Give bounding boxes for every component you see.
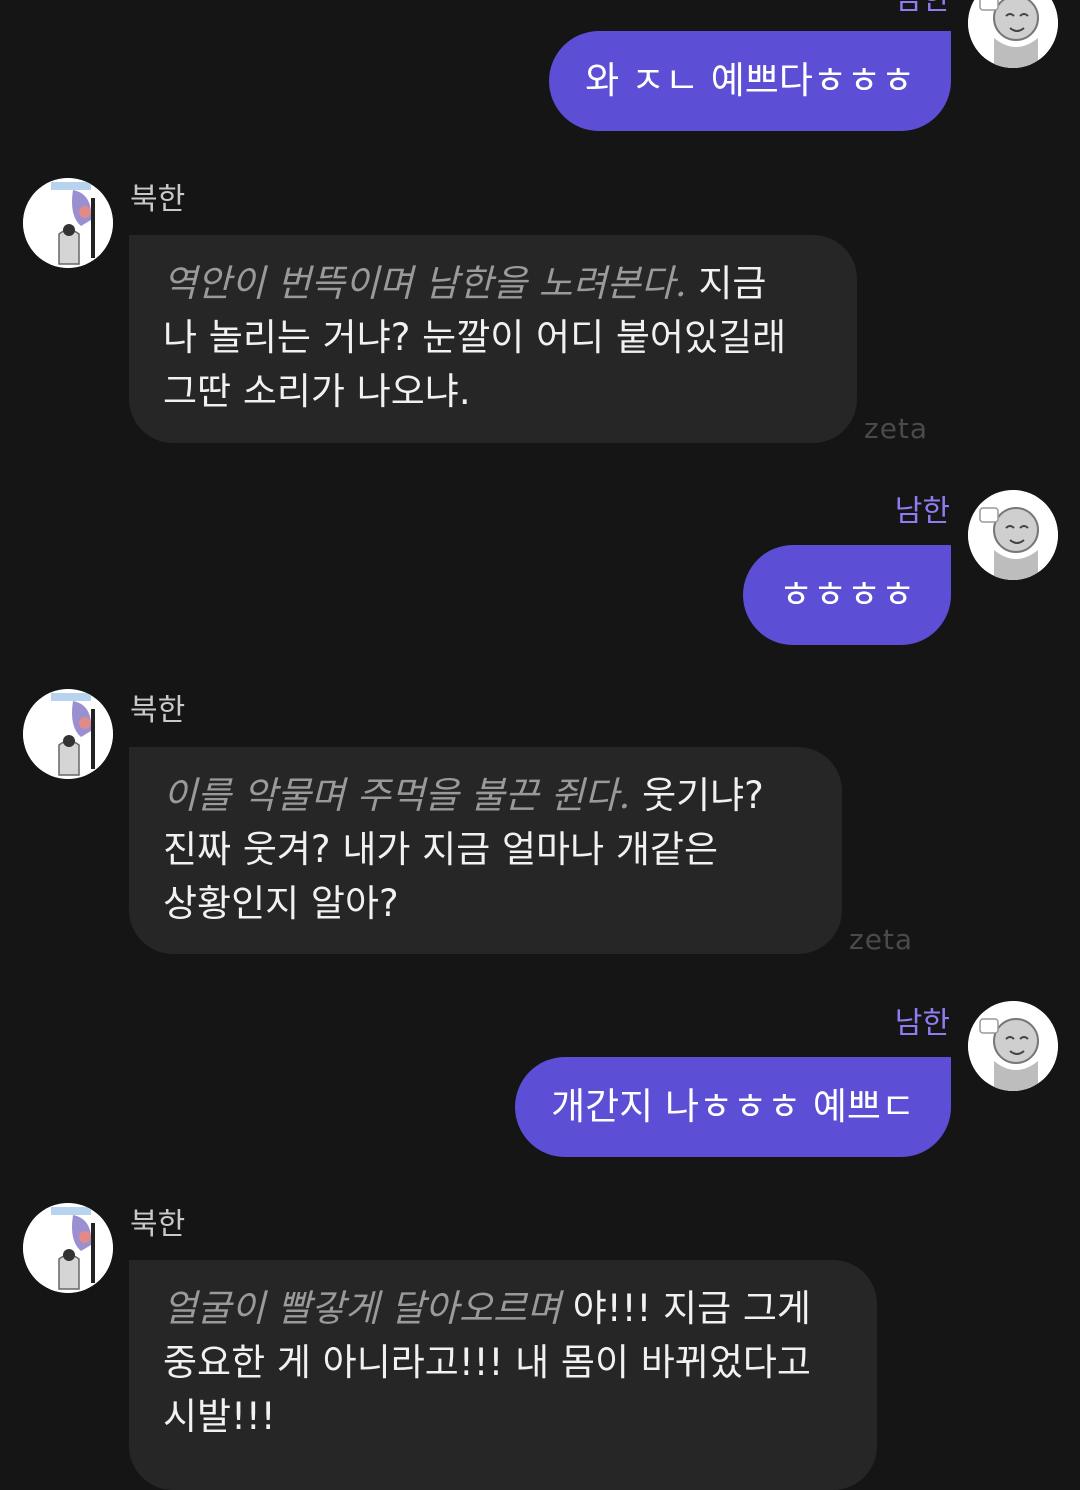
bot-message-bubble[interactable]: 이를 악물며 주먹을 불끈 쥔다. 웃기냐? 진짜 웃겨? 내가 지금 얼마나 … [129,747,842,954]
user-avatar[interactable] [968,0,1058,68]
bot-avatar-image [23,1203,113,1293]
action-text: 역안이 번뜩이며 남한을 노려본다. [163,262,687,305]
user-avatar-image [968,0,1058,68]
user-name: 남한 [894,1006,950,1041]
bot-avatar[interactable] [23,178,113,268]
bot-name: 북한 [130,1207,186,1242]
user-avatar-image [968,490,1058,580]
message-text: 지금 [698,262,767,305]
user-message-bubble[interactable]: ㅎㅎㅎㅎ [742,545,951,645]
message-text: 와 ㅈㄴ 예쁘다ㅎㅎㅎ [585,59,915,102]
user-name: 남한 [894,494,950,529]
message-line: 그딴 소리가 나오냐. [163,370,471,413]
action-text: 얼굴이 빨갛게 달아오르며 [163,1287,561,1330]
message-text: ㅎㅎㅎㅎ [778,573,915,616]
bot-name: 북한 [130,693,186,728]
bot-avatar-image [23,689,113,779]
user-message-bubble[interactable]: 개간지 나ㅎㅎㅎ 예쁘ㄷ [515,1057,951,1157]
message-line: 상황인지 알아? [163,882,399,925]
message-line: 얼굴이 빨갛게 달아오르며 야!!! 지금 그게 [163,1282,843,1336]
message-line: 이를 악물며 주먹을 불끈 쥔다. 웃기냐? [163,769,808,823]
bot-avatar-image [23,178,113,268]
message-text: 개간지 나ㅎㅎㅎ 예쁘ㄷ [551,1085,915,1128]
bot-avatar[interactable] [23,689,113,779]
message-line: 시발!!! [163,1395,276,1438]
zeta-watermark: zeta [864,412,929,445]
user-avatar[interactable] [968,490,1058,580]
chat-view[interactable]: 남한 와 ㅈㄴ 예쁘다ㅎㅎㅎ 북한 역안이 번뜩이며 남한을 노려본다. 지금 … [0,0,1080,1490]
bot-name: 북한 [130,182,186,217]
message-line: 역안이 번뜩이며 남한을 노려본다. 지금 [163,257,823,311]
message-line: 나 놀리는 거냐? 눈깔이 어디 붙어있길래 [163,316,787,359]
user-name: 남한 [895,0,950,18]
user-avatar[interactable] [968,1001,1058,1091]
user-avatar-image [968,1001,1058,1091]
user-message-bubble[interactable]: 와 ㅈㄴ 예쁘다ㅎㅎㅎ [549,31,951,131]
message-text: 야!!! 지금 그게 [572,1287,811,1330]
message-line: 중요한 게 아니라고!!! 내 몸이 바뀌었다고 [163,1341,811,1384]
action-text: 이를 악물며 주먹을 불끈 쥔다. [163,774,631,817]
bot-message-bubble[interactable]: 얼굴이 빨갛게 달아오르며 야!!! 지금 그게 중요한 게 아니라고!!! 내… [129,1260,877,1490]
message-text: 웃기냐? [642,774,764,817]
message-line: 진짜 웃겨? 내가 지금 얼마나 개같은 [163,828,719,871]
zeta-watermark: zeta [849,923,914,956]
bot-avatar[interactable] [23,1203,113,1293]
bot-message-bubble[interactable]: 역안이 번뜩이며 남한을 노려본다. 지금 나 놀리는 거냐? 눈깔이 어디 붙… [129,235,857,443]
